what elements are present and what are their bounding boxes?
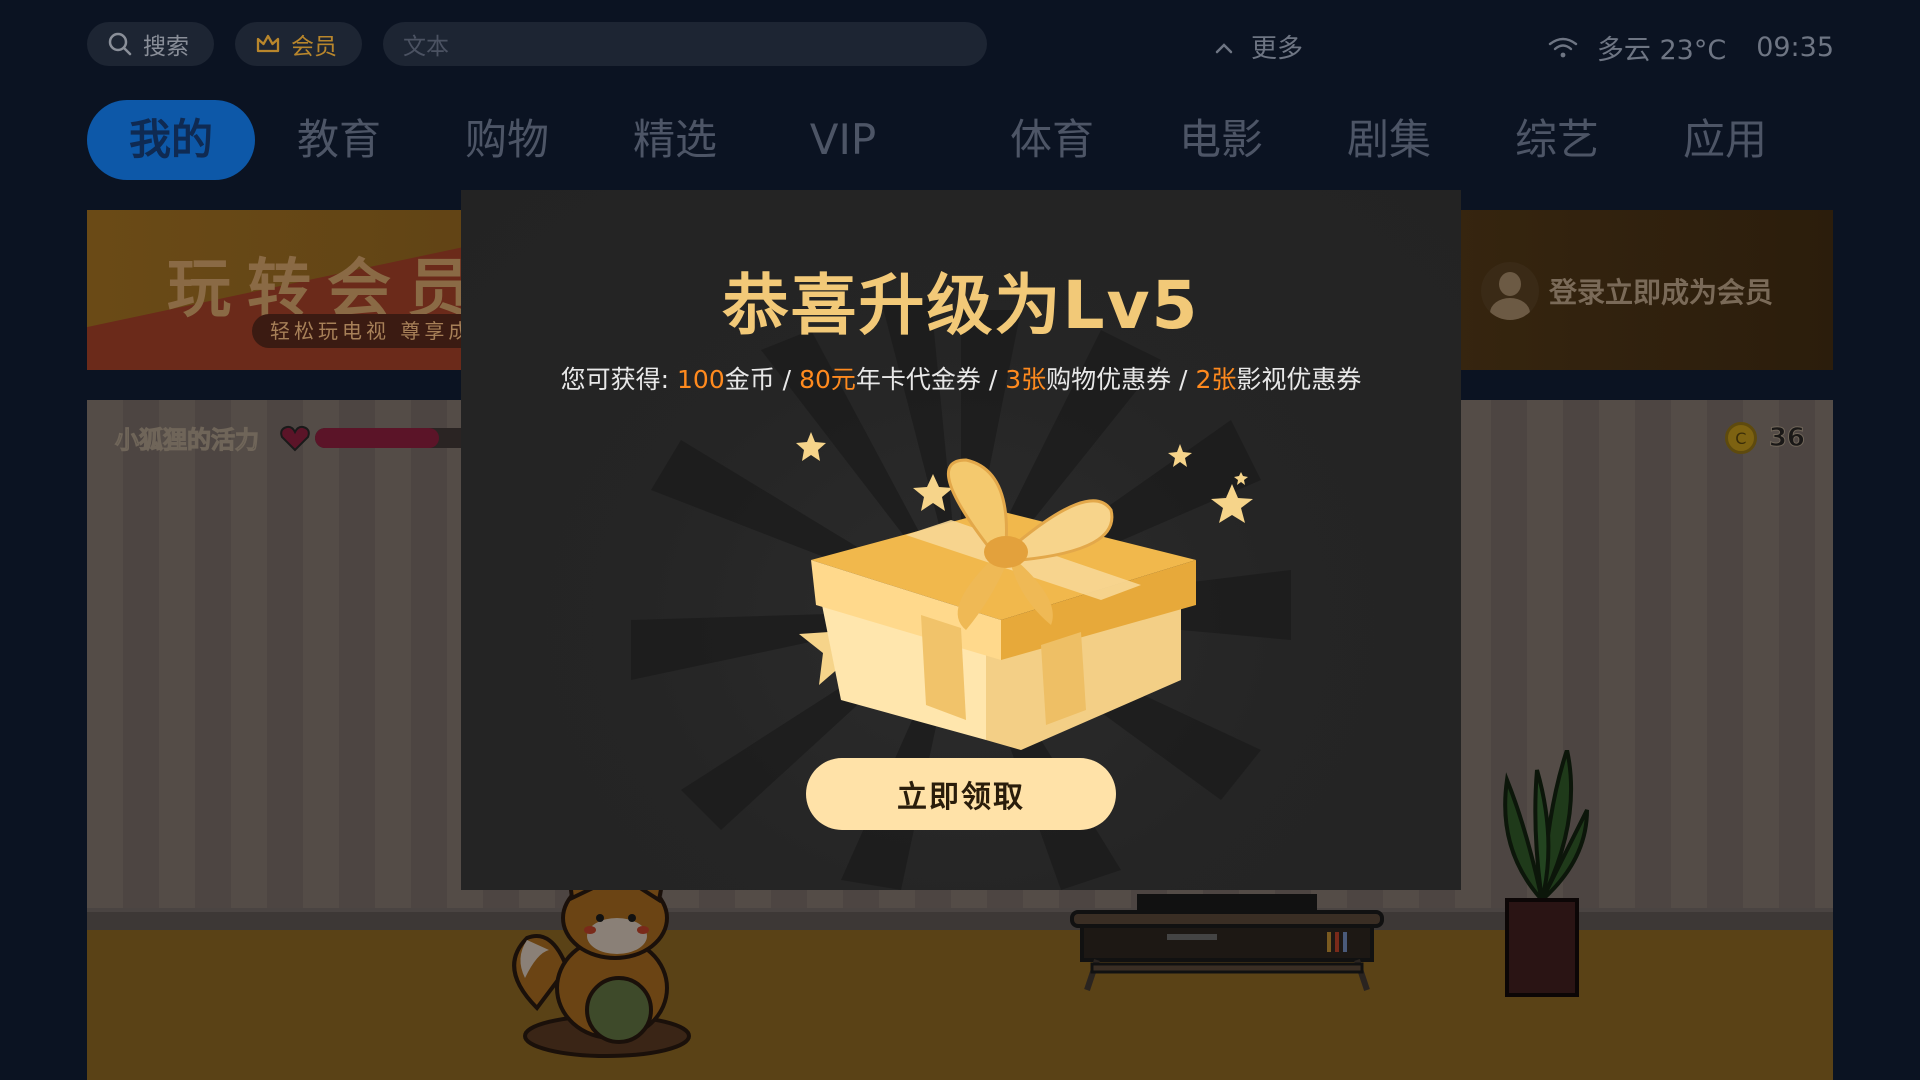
- tab-shopping[interactable]: 购物: [423, 100, 591, 180]
- potted-plant: [1503, 750, 1589, 997]
- tab-education[interactable]: 教育: [255, 100, 423, 180]
- chevron-up-icon: [1213, 36, 1235, 58]
- avatar-icon: [1480, 262, 1539, 320]
- more-label: 更多: [1251, 34, 1304, 64]
- tv-stand: [1070, 894, 1384, 991]
- claim-button[interactable]: 立即领取: [806, 758, 1116, 830]
- vip-label: 会员: [291, 34, 337, 60]
- wifi-icon: [1547, 34, 1579, 62]
- reward-shop-amount: 3张: [1005, 365, 1047, 394]
- text-input[interactable]: 文本: [383, 22, 987, 66]
- star-icon: [1211, 484, 1253, 523]
- search-label: 搜索: [143, 34, 189, 60]
- login-button[interactable]: 登录立即成为会员: [1480, 262, 1773, 320]
- heart-icon: [279, 424, 311, 452]
- login-text: 登录立即成为会员: [1548, 276, 1773, 309]
- clock: 09:35: [1756, 32, 1834, 63]
- weather-text: 多云 23°C: [1596, 35, 1727, 66]
- reward-coupon-amount: 80元: [799, 365, 856, 394]
- coin-icon: C: [1724, 422, 1757, 454]
- top-bar: 搜索 会员 文本 更多 多云 23°C 09:35: [87, 22, 1834, 68]
- reward-description: 您可获得: 100金币 / 80元年卡代金券 / 3张购物优惠券 / 2张影视优…: [461, 360, 1461, 396]
- coin-counter: C 36: [1724, 422, 1806, 454]
- text-input-placeholder: 文本: [403, 34, 449, 60]
- reward-coins-unit: 金币 /: [724, 365, 800, 394]
- tab-mine[interactable]: 我的: [87, 100, 255, 180]
- tab-apps[interactable]: 应用: [1641, 100, 1809, 180]
- more-button[interactable]: 更多: [1213, 28, 1303, 65]
- coin-count: 36: [1768, 423, 1805, 454]
- energy-header: 小狐狸的活力: [115, 420, 515, 455]
- reward-prefix: 您可获得:: [560, 365, 678, 394]
- level-up-dialog: 恭喜升级为Lv5 您可获得: 100金币 / 80元年卡代金券 / 3张购物优惠…: [461, 190, 1461, 890]
- star-icon: [1234, 472, 1248, 485]
- search-button[interactable]: 搜索: [87, 22, 214, 66]
- search-icon: [107, 31, 133, 57]
- vip-button[interactable]: 会员: [235, 22, 362, 66]
- star-icon: [1168, 444, 1192, 467]
- reward-video-unit: 影视优惠券: [1236, 365, 1362, 394]
- star-icon: [913, 474, 953, 511]
- tab-series[interactable]: 剧集: [1305, 100, 1473, 180]
- reward-shop-unit: 购物优惠券 /: [1046, 365, 1196, 394]
- reward-coupon-unit: 年卡代金券 /: [855, 365, 1006, 394]
- energy-title: 小狐狸的活力: [115, 426, 260, 455]
- tab-featured[interactable]: 精选: [591, 100, 759, 180]
- tab-movies[interactable]: 电影: [1137, 100, 1305, 180]
- reward-coins-amount: 100: [677, 365, 725, 394]
- tab-variety[interactable]: 综艺: [1473, 100, 1641, 180]
- gift-box-icon: [796, 432, 1253, 750]
- tab-vip[interactable]: VIP: [759, 100, 927, 180]
- dialog-title: 恭喜升级为Lv5: [722, 267, 1200, 344]
- crown-icon: [255, 31, 281, 57]
- reward-video-amount: 2张: [1195, 365, 1237, 394]
- status-area: 多云 23°C 09:35: [1547, 28, 1834, 67]
- energy-bar-fill: [315, 427, 439, 448]
- star-icon: [796, 432, 826, 461]
